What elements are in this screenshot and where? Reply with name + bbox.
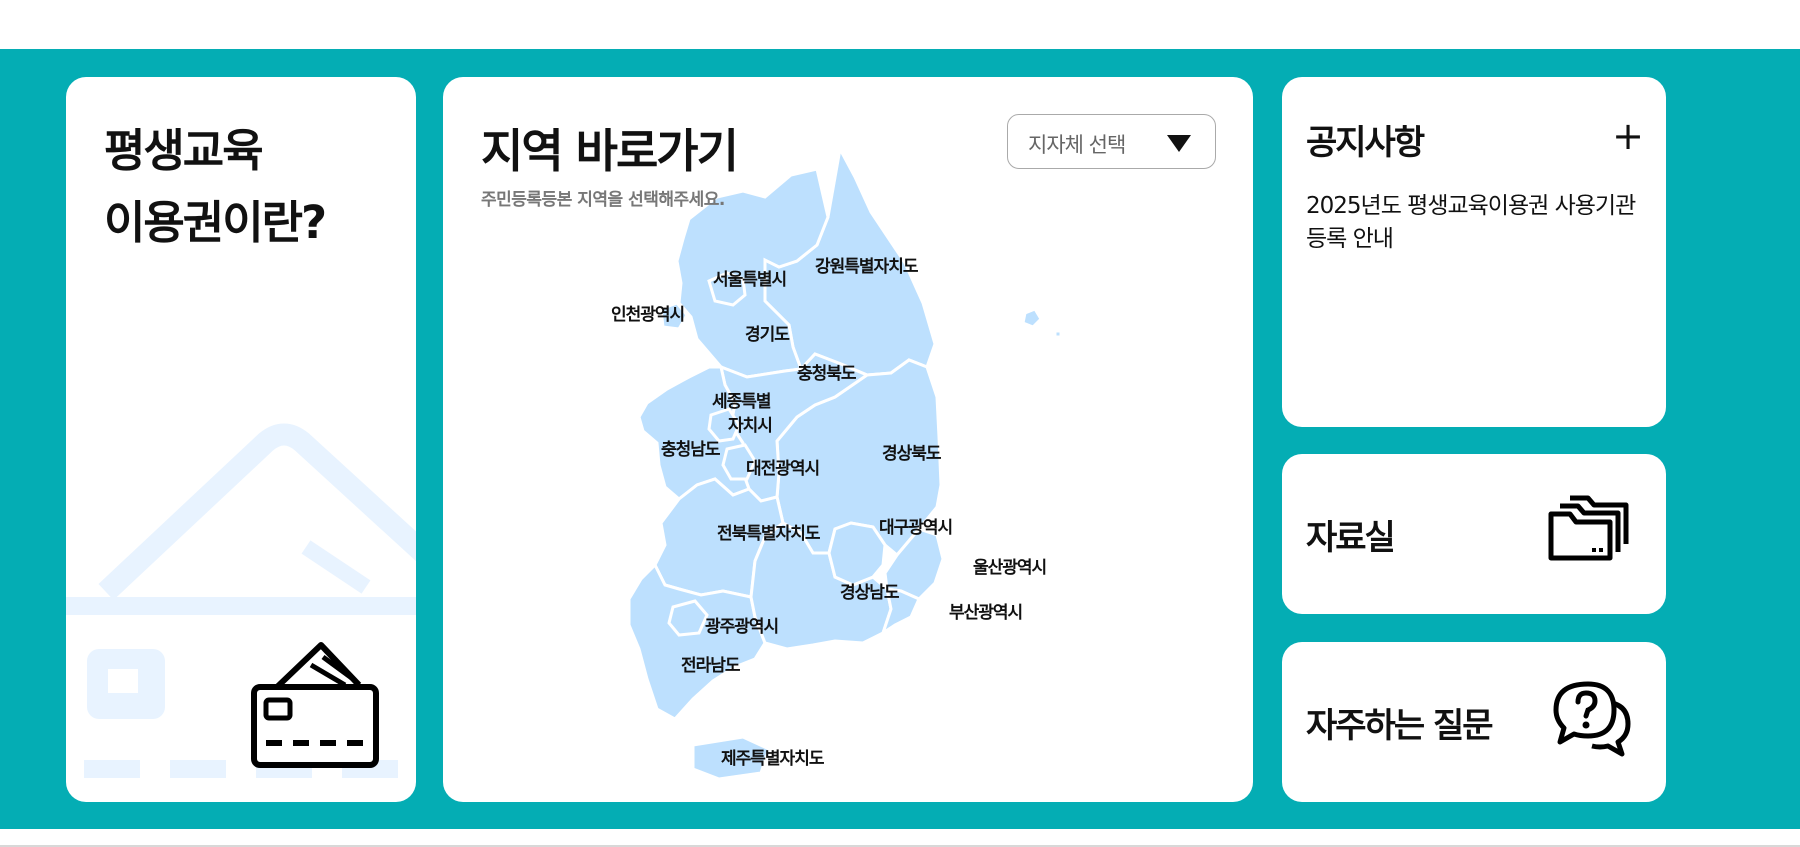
map-island-ulleung [1021, 307, 1043, 329]
label-ulsan[interactable]: 울산광역시 [973, 558, 1047, 578]
label-gwangju[interactable]: 광주광역시 [705, 617, 779, 637]
label-jeonbuk[interactable]: 전북특별자치도 [717, 524, 822, 544]
label-gyeongbuk[interactable]: 경상북도 [882, 444, 943, 464]
label-gyeonggi[interactable]: 경기도 [745, 325, 791, 345]
region-shortcut-card: 강원특별자치도 서울특별시 인천광역시 경기도 충청북도 세종특별 자치시 충청… [443, 77, 1253, 802]
label-gyeongnam[interactable]: 경상남도 [840, 583, 901, 603]
label-busan[interactable]: 부산광역시 [949, 603, 1023, 623]
label-chungnam[interactable]: 충청남도 [661, 439, 722, 460]
faq-card[interactable]: 자주하는 질문 [1282, 642, 1666, 802]
label-gangwon[interactable]: 강원특별자치도 [815, 257, 920, 277]
question-chat-icon [1553, 681, 1631, 757]
map-region-gwangju[interactable] [667, 599, 709, 637]
label-incheon[interactable]: 인천광역시 [611, 305, 685, 325]
label-chungbuk[interactable]: 충청북도 [797, 363, 858, 384]
label-daegu[interactable]: 대구광역시 [879, 518, 953, 538]
municipality-select[interactable]: 지자체 선택 [1007, 114, 1216, 169]
notice-title: 공지사항 [1306, 123, 1425, 163]
archive-card[interactable]: 자료실 [1282, 454, 1666, 614]
municipality-select-label: 지자체 선택 [1028, 133, 1126, 157]
triangle-down-icon [1167, 135, 1191, 152]
label-jeju[interactable]: 제주특별자치도 [721, 749, 826, 769]
plus-icon[interactable]: + [1612, 117, 1644, 155]
intro-title-line1: 평생교육 [104, 124, 264, 177]
label-jeonnam[interactable]: 전라남도 [681, 656, 742, 676]
folder-icon [1548, 495, 1629, 561]
label-daejeon[interactable]: 대전광역시 [746, 459, 820, 479]
notice-list-item[interactable]: 2025년도 평생교육이용권 사용기관 등록 안내 [1306, 190, 1646, 256]
map-section-title: 지역 바로가기 [481, 124, 739, 178]
intro-title-line2: 이용권이란? [104, 196, 327, 249]
label-seoul[interactable]: 서울특별시 [713, 270, 787, 290]
intro-title: 평생교육 이용권이란? [104, 115, 327, 259]
card-icon [251, 642, 379, 768]
label-sejong-line1[interactable]: 세종특별 [712, 392, 772, 412]
voucher-intro-card[interactable]: 평생교육 이용권이란? [66, 77, 416, 802]
archive-title: 자료실 [1306, 518, 1396, 558]
faq-title: 자주하는 질문 [1306, 706, 1494, 746]
map-region-daegu[interactable] [827, 521, 887, 587]
label-sejong-line2[interactable]: 자치시 [728, 416, 773, 436]
map-section-subtitle: 주민등록등본 지역을 선택해주세요. [481, 190, 725, 210]
map-island-dokdo [1053, 329, 1063, 339]
notice-card: 공지사항 + 2025년도 평생교육이용권 사용기관 등록 안내 [1282, 77, 1666, 427]
